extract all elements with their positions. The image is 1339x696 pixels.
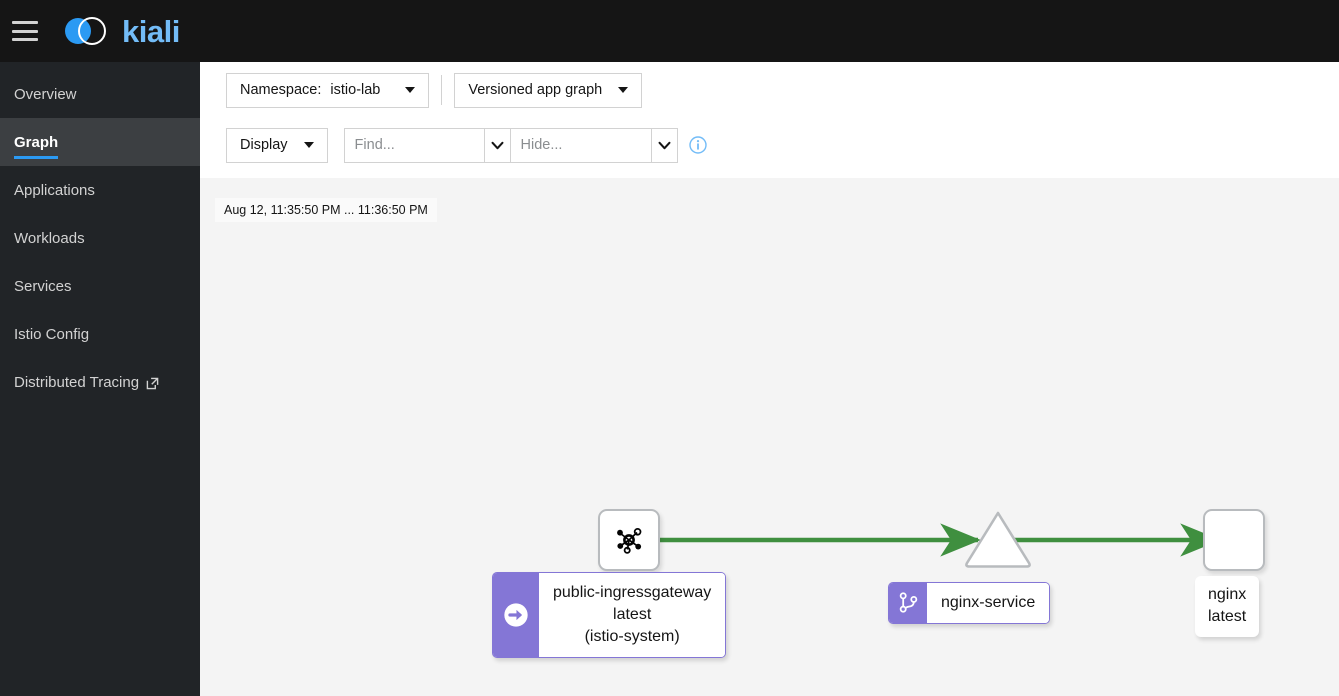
namespace-label: Namespace:: [240, 82, 322, 98]
chevron-down-icon: [658, 141, 671, 149]
sidebar-item-label: Applications: [14, 181, 95, 199]
sidebar-item-overview[interactable]: Overview: [0, 70, 200, 118]
sidebar-item-label: Overview: [14, 85, 77, 103]
caret-down-icon: [405, 87, 416, 93]
info-circle-icon[interactable]: [688, 136, 707, 154]
sidebar-item-workloads[interactable]: Workloads: [0, 214, 200, 262]
masthead: kiali: [0, 0, 1339, 62]
kiali-logo-icon: [65, 17, 106, 45]
caret-down-icon: [618, 87, 629, 93]
sidebar-item-distributed-tracing[interactable]: Distributed Tracing: [0, 358, 200, 406]
sidebar-item-istio-config[interactable]: Istio Config: [0, 310, 200, 358]
sidebar: Overview Graph Applications Workloads Se…: [0, 62, 200, 696]
sidebar-item-applications[interactable]: Applications: [0, 166, 200, 214]
topology-mesh-icon: [617, 528, 642, 554]
namespace-value: istio-lab: [330, 82, 381, 98]
sidebar-item-services[interactable]: Services: [0, 262, 200, 310]
graph-node-nginx-service[interactable]: [961, 508, 1035, 570]
hide-input[interactable]: [510, 127, 651, 163]
sidebar-item-label: Distributed Tracing: [14, 373, 140, 391]
graph-toolbar-secondary: Display: [200, 118, 1339, 172]
sidebar-item-label: Istio Config: [14, 325, 90, 343]
graph-type-selector[interactable]: Versioned app graph: [454, 72, 643, 108]
sidebar-item-label: Graph: [14, 133, 59, 151]
display-label: Display: [240, 137, 288, 153]
toolbar-divider: [441, 75, 443, 105]
graph-node-label-nginx-service[interactable]: nginx-service: [888, 582, 1051, 624]
sidebar-item-label: Services: [14, 277, 72, 295]
find-input[interactable]: [343, 127, 484, 163]
find-hide-group: [343, 127, 678, 163]
graph-type-value: Versioned app graph: [468, 82, 603, 98]
graph-node-label-text: nginx-service: [927, 583, 1050, 623]
graph-node-ingressgateway[interactable]: [598, 509, 660, 571]
graph-toolbar-primary: Namespace: istio-lab Versioned app graph: [200, 62, 1339, 118]
display-menu-button[interactable]: Display: [226, 127, 328, 163]
find-chevron-button[interactable]: [483, 127, 511, 163]
graph-node-label-nginx[interactable]: nginx latest: [1195, 576, 1260, 637]
caret-down-icon: [303, 142, 314, 148]
graph-nodes: public-ingressgateway latest (istio-syst…: [200, 178, 1339, 696]
hamburger-icon[interactable]: [12, 21, 38, 41]
chevron-down-icon: [491, 141, 504, 149]
graph-canvas[interactable]: Aug 12, 11:35:50 PM ... 11:36:50 PM publ…: [200, 178, 1339, 696]
graph-node-label-text: public-ingressgateway latest (istio-syst…: [539, 573, 726, 657]
code-branch-icon: [889, 583, 927, 623]
gateway-arrow-icon: [493, 573, 539, 657]
graph-node-label-ingressgateway[interactable]: public-ingressgateway latest (istio-syst…: [492, 572, 727, 658]
sidebar-item-graph[interactable]: Graph: [0, 118, 200, 166]
namespace-selector[interactable]: Namespace: istio-lab: [226, 72, 430, 108]
hide-chevron-button[interactable]: [650, 127, 678, 163]
brand[interactable]: kiali: [60, 14, 180, 48]
sidebar-item-label: Workloads: [14, 229, 85, 247]
external-link-icon: [146, 377, 159, 390]
graph-node-nginx[interactable]: [1203, 509, 1265, 571]
brand-text: kiali: [122, 13, 180, 49]
main-content: Namespace: istio-lab Versioned app graph…: [200, 62, 1339, 696]
